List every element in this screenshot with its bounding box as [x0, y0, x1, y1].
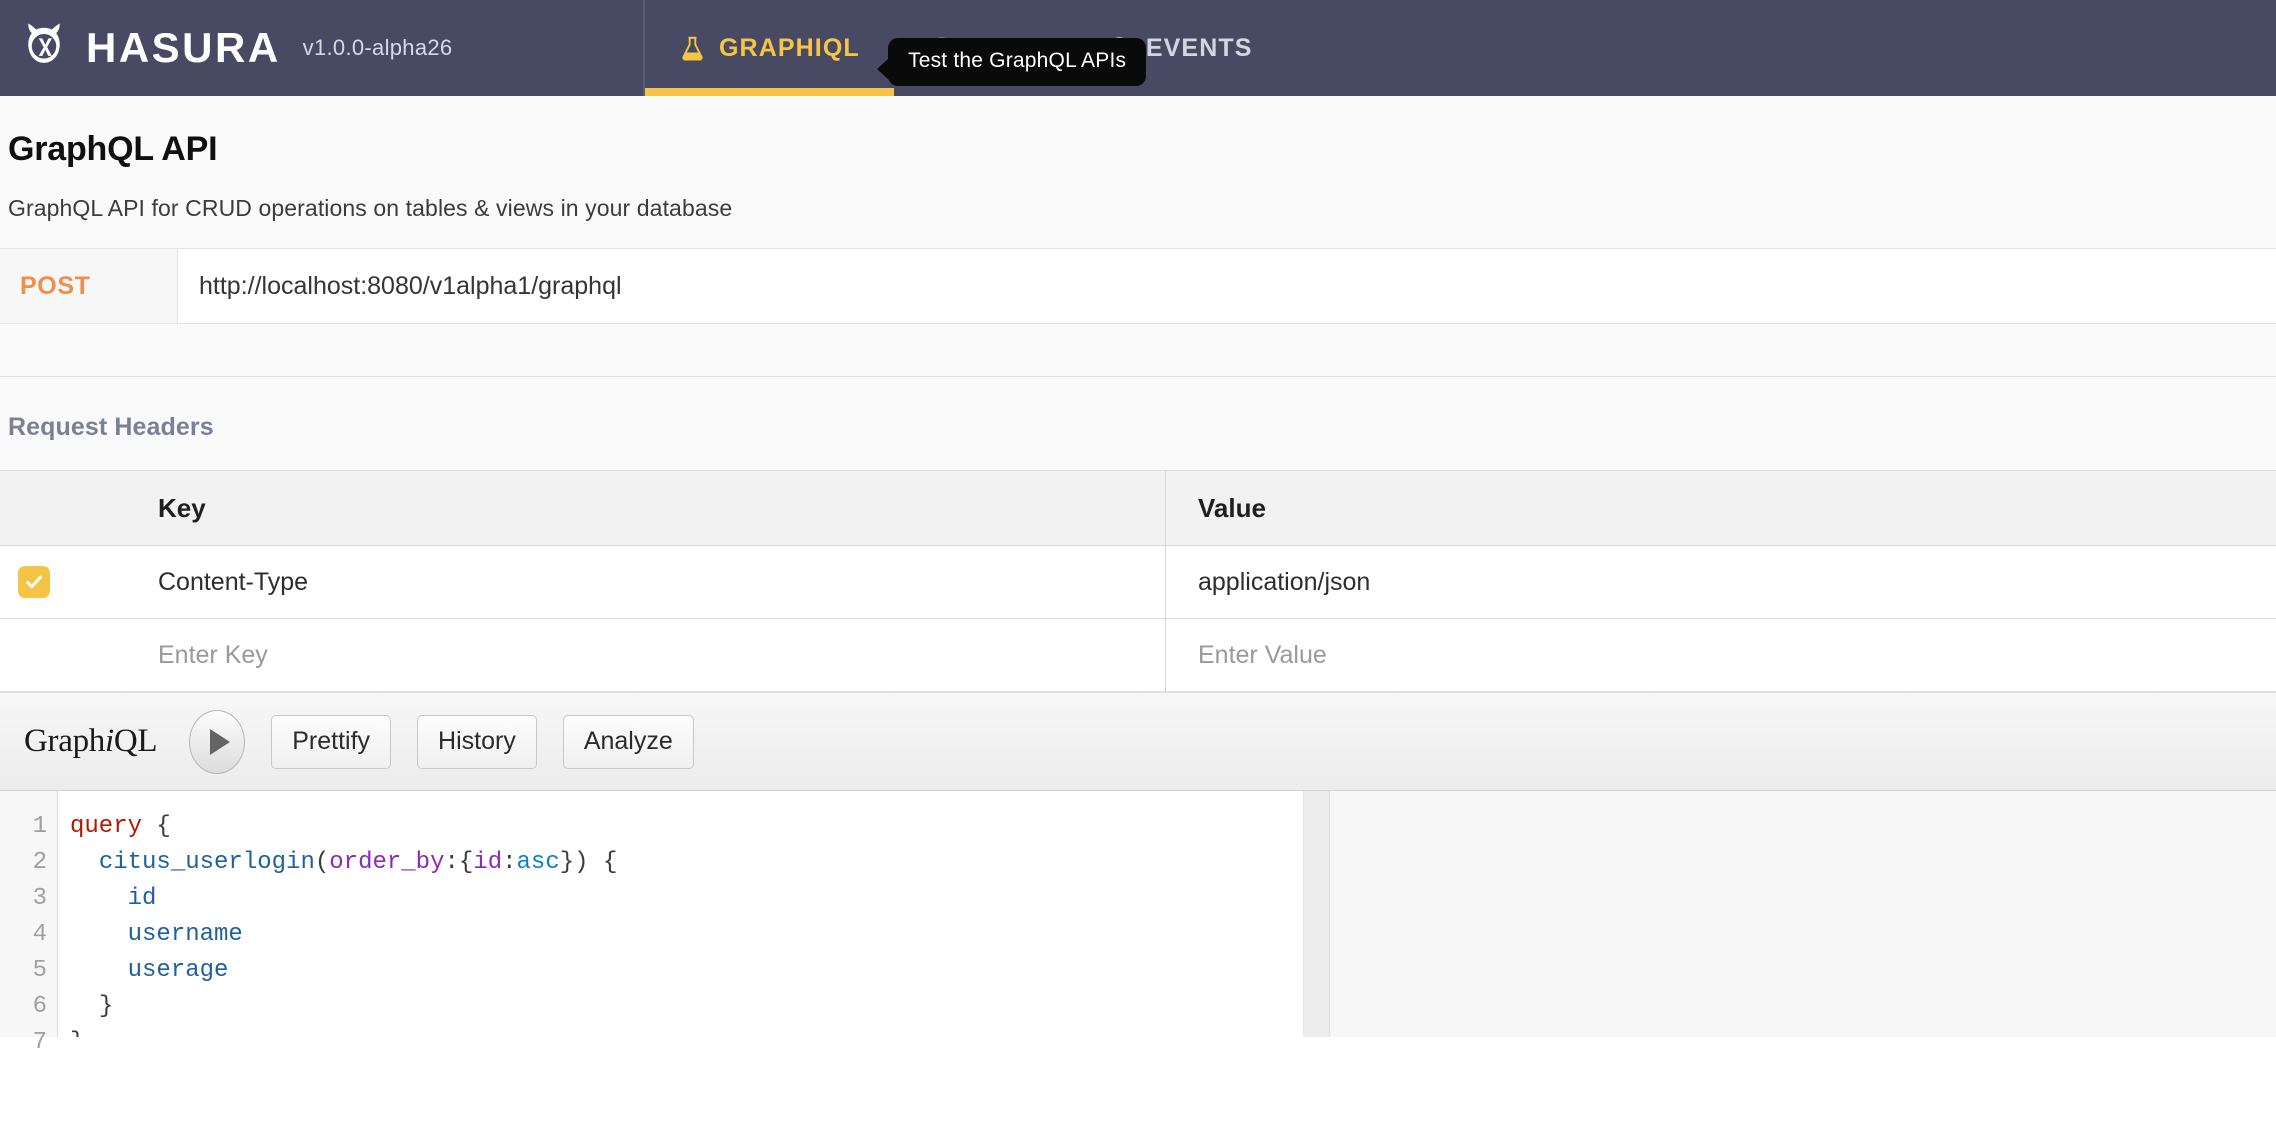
tab-graphiql[interactable]: GRAPHIQL	[645, 0, 894, 96]
code-token: :{	[444, 849, 474, 876]
request-headers-title: Request Headers	[8, 413, 214, 441]
request-headers-table: Key Value Content-Type application/json …	[0, 470, 2276, 692]
api-section-spacer	[0, 324, 2276, 376]
page-title: GraphQL API	[8, 130, 218, 168]
header-checkbox-column	[0, 471, 100, 545]
code-token: order_by	[329, 849, 445, 876]
line-number: 2	[32, 849, 47, 876]
line-number: 5	[32, 957, 47, 984]
code-line: username	[70, 917, 1303, 953]
graphiql-toolbar: GraphiQL Prettify History Analyze	[0, 693, 2276, 791]
play-icon	[209, 728, 230, 755]
line-number-gutter: 1 2 3 4 5 6 7	[0, 791, 58, 1056]
code-token: asc	[516, 849, 560, 876]
code-token: (	[314, 849, 330, 876]
code-token: citus_userlogin	[98, 849, 315, 876]
new-row-enable-cell	[0, 619, 100, 691]
graphiql-logo-i: i	[104, 723, 114, 759]
column-header-key: Key	[100, 471, 1166, 545]
version-label: v1.0.0-alpha26	[302, 35, 453, 60]
table-header-row: Key Value	[0, 471, 2276, 545]
line-number: 7	[32, 1029, 47, 1056]
graphiql-tooltip: Test the GraphQL APIs	[876, 38, 1147, 86]
table-row: Content-Type application/json	[0, 545, 2276, 618]
code-token: id	[127, 885, 157, 912]
code-token: }	[70, 1029, 84, 1037]
new-header-value-input[interactable]: Enter Value	[1166, 619, 2276, 691]
endpoint-url[interactable]: http://localhost:8080/v1alpha1/graphql	[178, 249, 2276, 323]
code-token: }) {	[559, 849, 618, 876]
row-enable-cell	[0, 546, 100, 618]
pane-resize-handle[interactable]	[1304, 791, 1330, 1037]
brand-name: HASURA	[86, 24, 281, 71]
graphiql-explorer: GraphiQL Prettify History Analyze 1 2 3 4 5 6…	[0, 692, 2276, 1056]
table-row-new: Enter Key Enter Value	[0, 618, 2276, 691]
page-subtitle: GraphQL API for CRUD operations on table…	[8, 195, 733, 221]
query-result-pane	[1330, 791, 2276, 1037]
column-header-value: Value	[1198, 492, 1266, 523]
graphql-api-section: GraphQL API GraphQL API for CRUD operati…	[0, 96, 2276, 377]
code-token: {	[156, 813, 171, 840]
header-key-input[interactable]: Content-Type	[100, 546, 1166, 618]
code-line: }	[70, 1025, 1303, 1037]
code-line: citus_userlogin(order_by:{id:asc}) {	[70, 845, 1303, 881]
top-navigation-bar: HASURA v1.0.0-alpha26 GRAPHIQL EVENTS Te…	[0, 0, 2276, 96]
code-token: userage	[127, 957, 229, 984]
code-token: id	[473, 849, 503, 876]
analyze-button[interactable]: Analyze	[562, 714, 694, 769]
line-number: 6	[32, 993, 47, 1020]
execute-query-button[interactable]	[189, 709, 246, 774]
flask-icon	[679, 35, 706, 62]
graphiql-panes: 1 2 3 4 5 6 7 query { citus_userlogin(order_by…	[0, 791, 2276, 1056]
tab-events-label: EVENTS	[1145, 33, 1253, 62]
prettify-button[interactable]: Prettify	[271, 714, 392, 769]
graphiql-logo-pre: Graph	[24, 723, 105, 759]
code-token: }	[98, 993, 114, 1020]
tab-graphiql-label: GRAPHIQL	[719, 33, 860, 62]
code-line: }	[70, 989, 1303, 1025]
hasura-logo-icon	[16, 20, 72, 76]
code-token: :	[502, 849, 517, 876]
code-line: id	[70, 881, 1303, 917]
code-line: query {	[70, 809, 1303, 845]
line-number: 1	[32, 813, 47, 840]
graphiql-logo: GraphiQL	[24, 723, 158, 760]
query-editor-pane[interactable]: 1 2 3 4 5 6 7 query { citus_userlogin(order_by…	[0, 791, 1304, 1056]
code-line: userage	[70, 953, 1303, 989]
endpoint-row: POST http://localhost:8080/v1alpha1/grap…	[0, 248, 2276, 324]
history-button[interactable]: History	[417, 714, 537, 769]
checkmark-icon	[26, 575, 42, 589]
brand-zone[interactable]: HASURA v1.0.0-alpha26	[0, 0, 645, 96]
code-token: query	[70, 813, 143, 840]
request-headers-section: Request Headers Key Value Content-Type a…	[0, 377, 2276, 692]
new-header-key-input[interactable]: Enter Key	[100, 619, 1166, 691]
query-editor-code[interactable]: query { citus_userlogin(order_by:{id:asc…	[58, 791, 1303, 1037]
code-token: username	[127, 921, 243, 948]
graphiql-logo-post: QL	[113, 723, 158, 759]
header-value-input[interactable]: application/json	[1166, 546, 2276, 618]
line-number: 4	[32, 921, 47, 948]
row-enabled-checkbox[interactable]	[18, 566, 50, 598]
http-method-label: POST	[0, 249, 178, 323]
line-number: 3	[32, 885, 47, 912]
